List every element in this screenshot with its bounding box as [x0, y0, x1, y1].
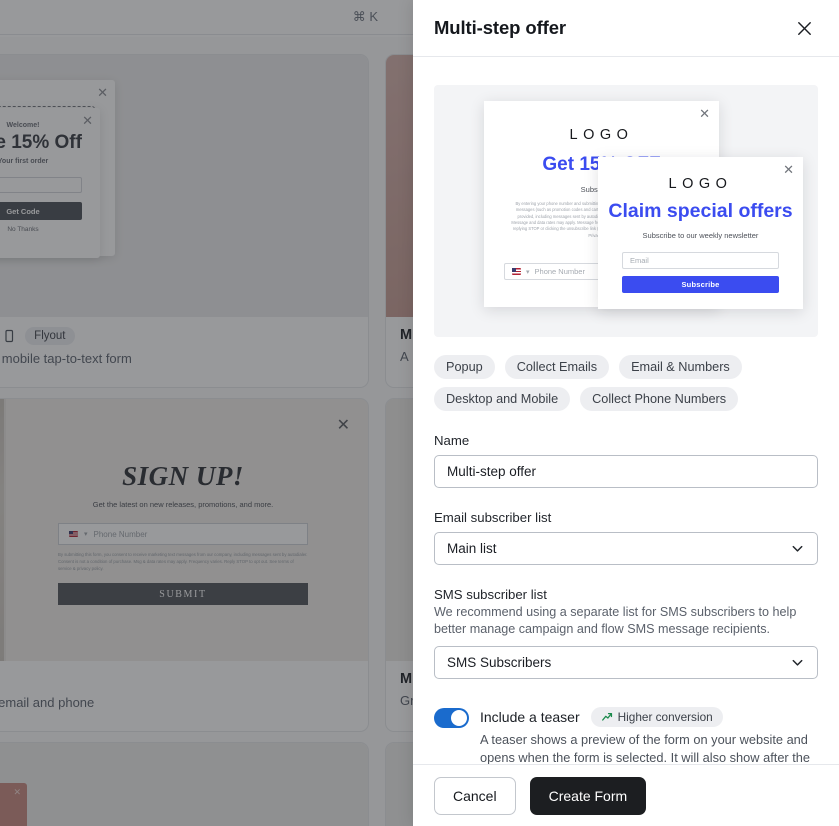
sms-list-group: SMS subscriber list We recommend using a…	[434, 587, 818, 679]
teaser-description: A teaser shows a preview of the form on …	[480, 732, 811, 764]
chevron-down-icon	[790, 655, 805, 670]
chip-desktop-and-mobile: Desktop and Mobile	[434, 387, 571, 411]
preview-headline: Claim special offers	[608, 200, 793, 222]
sms-list-value: SMS Subscribers	[447, 655, 552, 670]
close-icon[interactable]	[791, 15, 817, 41]
name-label: Name	[434, 433, 470, 448]
chevron-down-icon: ▾	[526, 268, 530, 276]
create-form-drawer: Multi-step offer ✕ LOGO Get 15% OFF Subs…	[413, 0, 839, 826]
teaser-toggle[interactable]	[434, 708, 469, 728]
close-icon: ✕	[783, 162, 794, 177]
drawer-body: ✕ LOGO Get 15% OFF Subscribe to By enter…	[413, 57, 839, 764]
email-list-group: Email subscriber list Main list	[434, 510, 818, 565]
teaser-setting: Include a teaser Higher conversion A tea…	[434, 707, 818, 764]
cancel-button[interactable]: Cancel	[434, 776, 516, 815]
chip-collect-phone-numbers: Collect Phone Numbers	[580, 387, 739, 411]
form-preview: ✕ LOGO Get 15% OFF Subscribe to By enter…	[434, 85, 818, 337]
name-input[interactable]	[434, 455, 818, 488]
preview-logo: LOGO	[668, 176, 733, 192]
chip-popup: Popup	[434, 355, 495, 379]
us-flag-icon	[512, 268, 521, 275]
email-list-label: Email subscriber list	[434, 510, 552, 525]
email-list-value: Main list	[447, 541, 497, 556]
preview-phone-placeholder: Phone Number	[534, 267, 585, 276]
chip-collect-emails: Collect Emails	[504, 355, 610, 379]
higher-conversion-label: Higher conversion	[617, 710, 713, 724]
chip-email-and-numbers: Email & Numbers	[619, 355, 742, 379]
close-icon: ✕	[699, 106, 710, 121]
drawer-header: Multi-step offer	[413, 0, 839, 57]
preview-subhead: Subscribe to our weekly newsletter	[642, 231, 759, 240]
preview-popup-front: ✕ LOGO Claim special offers Subscribe to…	[598, 157, 803, 309]
sms-list-label: SMS subscriber list	[434, 587, 547, 602]
drawer-footer: Cancel Create Form	[413, 764, 839, 826]
page-title: Multi-step offer	[434, 17, 567, 38]
email-list-select[interactable]: Main list	[434, 532, 818, 565]
name-field-group: Name	[434, 433, 818, 488]
attribute-chips: Popup Collect Emails Email & Numbers Des…	[434, 355, 764, 411]
teaser-label: Include a teaser	[480, 709, 580, 725]
sms-list-help: We recommend using a separate list for S…	[434, 605, 797, 636]
higher-conversion-badge: Higher conversion	[590, 707, 723, 727]
create-form-button[interactable]: Create Form	[529, 776, 647, 815]
trend-up-icon	[601, 711, 613, 723]
preview-subscribe-button: Subscribe	[622, 276, 779, 293]
sms-list-select[interactable]: SMS Subscribers	[434, 646, 818, 679]
chevron-down-icon	[790, 541, 805, 556]
preview-email-input: Email	[622, 252, 779, 269]
preview-logo: LOGO	[569, 127, 634, 143]
